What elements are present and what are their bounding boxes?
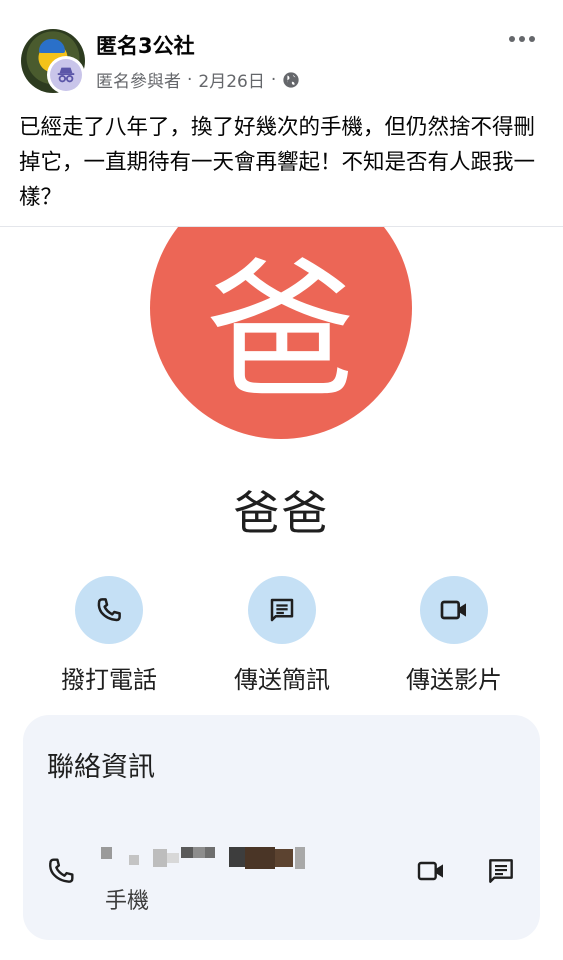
call-label: 撥打電話 [61,666,157,694]
post-text: 已經走了八年了，換了好幾次的手機，但仍然捨不得刪掉它，一直期待有一天會再響起！不… [19,115,536,210]
more-dot-icon [519,36,525,42]
more-dot-icon [529,36,535,42]
video-icon [440,600,466,620]
phone-icon [97,598,121,622]
blurred-phone-number [101,845,311,871]
call-action[interactable]: 撥打電話 [34,576,184,695]
contact-avatar: 爸 [150,227,412,439]
number-call-button[interactable] [45,855,77,891]
number-video-button[interactable] [415,855,447,891]
group-name[interactable]: 匿名3公社 [96,30,195,60]
phone-icon [49,858,74,883]
message-icon [489,859,513,883]
anonymous-icon [57,67,75,83]
number-message-button[interactable] [485,855,517,891]
meta-separator: · [270,69,277,90]
message-button[interactable] [248,576,316,644]
more-options-button[interactable] [505,26,539,52]
globe-icon [283,71,299,88]
message-icon [270,598,294,622]
video-label: 傳送影片 [406,666,502,694]
video-icon [417,861,443,881]
message-action[interactable]: 傳送簡訊 [207,576,357,695]
contact-info-title: 聯絡資訊 [47,752,155,783]
author-name[interactable]: 匿名參與者 [96,67,181,92]
more-dot-icon [509,36,515,42]
meta-separator: · [187,69,193,90]
video-action[interactable]: 傳送影片 [379,576,529,695]
number-type-label: 手機 [105,889,150,914]
message-label: 傳送簡訊 [234,666,330,694]
contact-card-image[interactable]: 爸 爸爸 撥打電話 傳送簡訊 傳送影片 聯絡資訊 手機 [0,227,563,960]
post-header: 匿名3公社 匿名參與者 · 2月26日 · 已經走了八年了，換了好幾次的手機，但… [0,0,563,226]
video-button[interactable] [420,576,488,644]
anonymous-avatar [47,56,85,94]
contact-avatar-letter: 爸 [205,245,356,419]
call-button[interactable] [75,576,143,644]
post-meta: 匿名參與者 · 2月26日 · [96,67,300,92]
contact-info-panel: 聯絡資訊 手機 [23,715,540,940]
post-date[interactable]: 2月26日 [198,67,264,92]
contact-name: 爸爸 [233,486,330,540]
